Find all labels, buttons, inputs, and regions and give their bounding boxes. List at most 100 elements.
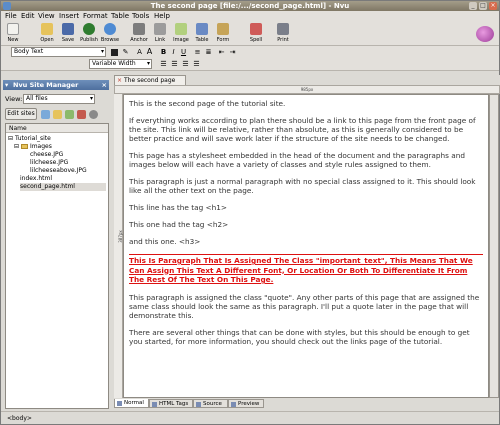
link-button[interactable]: Link [150, 23, 170, 45]
outdent-icon[interactable]: ⇤ [217, 47, 226, 57]
tab-source[interactable]: Source [193, 399, 228, 408]
align-right-icon[interactable]: ☰ [181, 59, 190, 69]
tree-item[interactable]: cheese.JPG [30, 151, 63, 159]
paragraph[interactable]: If everything works according to plan th… [129, 116, 483, 143]
italic-button[interactable]: I [169, 47, 178, 57]
menu-help[interactable]: Help [154, 12, 170, 21]
vertical-ruler: 387px [114, 94, 123, 398]
maximize-button[interactable]: □ [479, 2, 487, 10]
minimize-button[interactable]: _ [469, 2, 477, 10]
print-button[interactable]: Print [273, 23, 293, 45]
anchor-icon [133, 23, 145, 35]
collapse-icon[interactable]: ▾ [5, 80, 8, 90]
new-folder-icon[interactable] [41, 110, 50, 119]
bullet-list-icon[interactable]: ≡ [193, 47, 202, 57]
tree-item[interactable]: ⊟ Images [14, 143, 52, 151]
spell-button[interactable]: Spell [246, 23, 266, 45]
menu-bar: File Edit View Insert Format Table Tools… [1, 11, 499, 22]
paragraph-style-select[interactable]: Body Text ▾ [11, 47, 106, 57]
menu-edit[interactable]: Edit [21, 12, 35, 21]
window-title: The second page [file:/.../second_page.h… [150, 2, 350, 10]
paragraph[interactable]: This line has the tag <h1> [129, 203, 483, 212]
paragraph[interactable]: There are several other things that can … [129, 328, 483, 346]
html-tags-icon [152, 402, 157, 407]
form-button[interactable]: Form [213, 23, 233, 45]
paragraph[interactable]: and this one. <h3> [129, 237, 483, 246]
open-button[interactable]: Open [37, 23, 57, 45]
save-button[interactable]: Save [58, 23, 78, 45]
folder-icon [20, 144, 28, 149]
save-icon [62, 23, 74, 35]
highlight-icon[interactable]: ✎ [121, 47, 130, 57]
publish-button[interactable]: Publish [79, 23, 99, 45]
image-button[interactable]: Image [171, 23, 191, 45]
chevron-down-icon: ▾ [146, 60, 150, 67]
tree-item[interactable]: lilcheeseabove.JPG [30, 167, 87, 175]
close-tab-icon[interactable]: × [117, 76, 122, 85]
spell-icon [250, 23, 262, 35]
nvu-logo-icon [476, 26, 494, 42]
image-icon [175, 23, 187, 35]
view-filter-select[interactable]: All files ▾ [23, 94, 95, 104]
format-toolbar: Body Text ▾ ✎ A A B I U ≡ ≣ ⇤ ⇥ [1, 46, 499, 58]
numbered-list-icon[interactable]: ≣ [204, 47, 213, 57]
refresh-icon[interactable] [65, 110, 74, 119]
new-button[interactable]: New [3, 23, 23, 45]
align-center-icon[interactable]: ☰ [170, 59, 179, 69]
menu-table[interactable]: Table [111, 12, 129, 21]
stop-icon[interactable] [89, 110, 98, 119]
indent-icon[interactable]: ⇥ [228, 47, 237, 57]
anchor-button[interactable]: Anchor [129, 23, 149, 45]
view-label: View: [5, 95, 23, 103]
menu-tools[interactable]: Tools [132, 12, 149, 21]
view-mode-tabs: Normal HTML Tags Source Preview [114, 399, 500, 408]
align-left-icon[interactable]: ☰ [159, 59, 168, 69]
browse-button[interactable]: Browse [100, 23, 120, 45]
source-icon [196, 402, 201, 407]
normal-view-icon [117, 401, 122, 406]
edit-sites-button[interactable]: Edit sites [5, 108, 37, 120]
menu-format[interactable]: Format [83, 12, 108, 21]
paragraph[interactable]: This one had the tag <h2> [129, 220, 483, 229]
tree-item[interactable]: index.html [20, 175, 52, 183]
close-button[interactable]: × [489, 2, 497, 10]
new-icon [7, 23, 19, 35]
paragraph[interactable]: This page has a stylesheet embedded in t… [129, 151, 483, 169]
chevron-down-icon: ▾ [100, 48, 104, 55]
tab-preview[interactable]: Preview [228, 399, 264, 408]
close-icon[interactable]: × [102, 80, 107, 90]
paragraph[interactable]: This paragraph is assigned the class "qu… [129, 293, 483, 320]
preview-icon [231, 402, 236, 407]
font-smaller-icon[interactable]: A [135, 47, 144, 57]
tree-item-selected[interactable]: second_page.html [20, 183, 106, 191]
paragraph[interactable]: This paragraph is just a normal paragrap… [129, 177, 483, 195]
table-button[interactable]: Table [192, 23, 212, 45]
vertical-scrollbar[interactable] [489, 94, 499, 398]
column-header-name[interactable]: Name [6, 124, 108, 133]
print-icon [277, 23, 289, 35]
justify-icon[interactable]: ☰ [192, 59, 201, 69]
underline-button[interactable]: U [179, 47, 188, 57]
font-select[interactable]: Variable Width ▾ [89, 59, 152, 69]
menu-insert[interactable]: Insert [59, 12, 79, 21]
tab-normal[interactable]: Normal [114, 399, 149, 408]
document-tab[interactable]: × The second page [114, 75, 186, 85]
menu-file[interactable]: File [5, 12, 17, 21]
status-bar: <body> [1, 411, 499, 424]
important-paragraph[interactable]: This Is Paragraph That Is Assigned The C… [129, 254, 483, 285]
publish-icon [83, 23, 95, 35]
bold-button[interactable]: B [159, 47, 168, 57]
paragraph[interactable]: This is the second page of the tutorial … [129, 99, 483, 108]
status-tag[interactable]: <body> [7, 415, 32, 422]
table-icon [196, 23, 208, 35]
open-folder-icon[interactable] [53, 110, 62, 119]
tab-html-tags[interactable]: HTML Tags [149, 399, 193, 408]
menu-view[interactable]: View [38, 12, 55, 21]
horizontal-ruler: 985px [114, 85, 500, 94]
font-larger-icon[interactable]: A [145, 47, 154, 57]
editor-content[interactable]: This is the second page of the tutorial … [123, 94, 489, 398]
tree-item[interactable]: lilcheese.JPG [30, 159, 68, 167]
text-color-icon[interactable] [111, 49, 118, 56]
delete-icon[interactable] [77, 110, 86, 119]
tree-item[interactable]: ⊟ Tutorial_site [8, 135, 51, 143]
